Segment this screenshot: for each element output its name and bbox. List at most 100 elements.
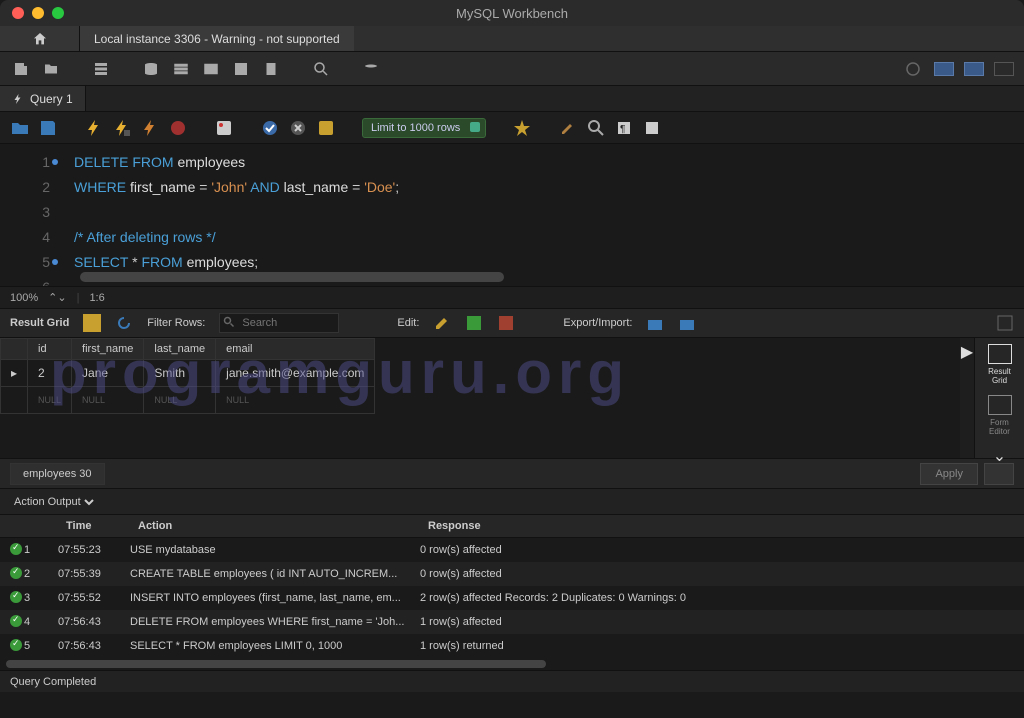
zoom-stepper-icon[interactable]: ⌃⌄ bbox=[48, 291, 66, 304]
execute-icon[interactable] bbox=[84, 118, 104, 138]
side-tab-result-grid[interactable]: Result Grid bbox=[980, 344, 1020, 385]
query-tab[interactable]: Query 1 bbox=[0, 86, 86, 111]
result-side-tabs: Result Grid Form Editor ⌄ bbox=[974, 338, 1024, 458]
open-file-icon[interactable] bbox=[10, 118, 30, 138]
form-icon bbox=[988, 395, 1012, 415]
wrap-cell-icon[interactable] bbox=[996, 314, 1014, 332]
stop-icon[interactable] bbox=[168, 118, 188, 138]
output-row[interactable]: 207:55:39CREATE TABLE employees ( id INT… bbox=[0, 562, 1024, 586]
result-toolbar: Result Grid Filter Rows: Edit: Export/Im… bbox=[0, 308, 1024, 338]
connection-tab[interactable]: Local instance 3306 - Warning - not supp… bbox=[80, 26, 354, 51]
status-ok-icon bbox=[10, 615, 22, 627]
sql-editor[interactable]: 123456 DELETE FROM employeesWHERE first_… bbox=[0, 144, 1024, 286]
output-horizontal-scrollbar[interactable] bbox=[0, 658, 1024, 670]
limit-rows-select[interactable]: Limit to 1000 rows bbox=[362, 118, 486, 138]
col-id[interactable]: id bbox=[28, 339, 72, 360]
result-grid-label: Result Grid bbox=[10, 317, 69, 329]
col-last_name[interactable]: last_name bbox=[144, 339, 216, 360]
side-tab-form-editor[interactable]: Form Editor bbox=[980, 395, 1020, 436]
reconnect-icon[interactable] bbox=[360, 58, 382, 80]
settings-icon[interactable] bbox=[902, 58, 924, 80]
lightning-icon bbox=[12, 92, 24, 106]
explain-icon[interactable] bbox=[140, 118, 160, 138]
titlebar: MySQL Workbench bbox=[0, 0, 1024, 26]
execute-current-icon[interactable] bbox=[112, 118, 132, 138]
commit-icon[interactable] bbox=[260, 118, 280, 138]
status-ok-icon bbox=[10, 543, 22, 555]
create-schema-icon[interactable] bbox=[140, 58, 162, 80]
main-toolbar bbox=[0, 52, 1024, 86]
result-grid[interactable]: programguru.org idfirst_namelast_nameema… bbox=[0, 338, 960, 458]
editor-gutter: 123456 bbox=[0, 144, 60, 286]
rollback-icon[interactable] bbox=[288, 118, 308, 138]
import-icon[interactable] bbox=[678, 314, 696, 332]
edit-label: Edit: bbox=[397, 317, 419, 329]
result-footer: employees 30 Apply bbox=[0, 458, 1024, 488]
create-view-icon[interactable] bbox=[200, 58, 222, 80]
close-window-icon[interactable] bbox=[12, 7, 24, 19]
create-table-icon[interactable] bbox=[170, 58, 192, 80]
window-title: MySQL Workbench bbox=[456, 6, 568, 21]
editor-code[interactable]: DELETE FROM employeesWHERE first_name = … bbox=[60, 144, 1024, 286]
find-icon[interactable] bbox=[586, 118, 606, 138]
search-table-data-icon[interactable] bbox=[310, 58, 332, 80]
output-row[interactable]: 407:56:43DELETE FROM employees WHERE fir… bbox=[0, 610, 1024, 634]
filter-rows-input[interactable] bbox=[219, 313, 339, 333]
home-tab[interactable] bbox=[0, 26, 80, 51]
create-procedure-icon[interactable] bbox=[230, 58, 252, 80]
new-sql-tab-icon[interactable] bbox=[10, 58, 32, 80]
query-toolbar: Limit to 1000 rows ¶ bbox=[0, 112, 1024, 144]
side-expand-icon[interactable]: ▶ bbox=[961, 342, 973, 362]
apply-button[interactable]: Apply bbox=[920, 463, 978, 485]
invisible-chars-icon[interactable]: ¶ bbox=[614, 118, 634, 138]
result-area: programguru.org idfirst_namelast_nameema… bbox=[0, 338, 1024, 458]
export-icon[interactable] bbox=[646, 314, 664, 332]
add-row-icon[interactable] bbox=[465, 314, 483, 332]
connection-tabbar: Local instance 3306 - Warning - not supp… bbox=[0, 26, 1024, 52]
output-type-select[interactable]: Action Output bbox=[10, 495, 97, 509]
maximize-window-icon[interactable] bbox=[52, 7, 64, 19]
output-row[interactable]: 107:55:23USE mydatabase0 row(s) affected bbox=[0, 538, 1024, 562]
create-function-icon[interactable] bbox=[260, 58, 282, 80]
export-import-label: Export/Import: bbox=[563, 317, 632, 329]
col-email[interactable]: email bbox=[216, 339, 375, 360]
toggle-panel-bottom[interactable] bbox=[964, 62, 984, 76]
search-icon bbox=[223, 316, 235, 328]
beautify-icon[interactable] bbox=[558, 118, 578, 138]
editor-statusline: 100% ⌃⌄ | 1:6 bbox=[0, 286, 1024, 308]
toggle-whitespace-icon[interactable] bbox=[316, 118, 336, 138]
refresh-icon[interactable] bbox=[115, 314, 133, 332]
grid-icon bbox=[988, 344, 1012, 364]
output-columns-header: Time Action Response bbox=[0, 514, 1024, 538]
output-row[interactable]: 307:55:52INSERT INTO employees (first_na… bbox=[0, 586, 1024, 610]
table-row[interactable]: ▸2JaneSmithjane.smith@example.com bbox=[1, 360, 375, 387]
save-file-icon[interactable] bbox=[38, 118, 58, 138]
wrap-icon[interactable] bbox=[642, 118, 662, 138]
result-grid-view-icon[interactable] bbox=[83, 314, 101, 332]
window-controls bbox=[0, 7, 64, 19]
open-sql-file-icon[interactable] bbox=[40, 58, 62, 80]
result-tab[interactable]: employees 30 bbox=[10, 463, 105, 485]
toggle-sidebar-right[interactable] bbox=[994, 62, 1014, 76]
col-first_name[interactable]: first_name bbox=[72, 339, 144, 360]
cursor-position: 1:6 bbox=[89, 292, 104, 304]
col-time: Time bbox=[58, 520, 130, 532]
zoom-level[interactable]: 100% bbox=[10, 292, 38, 304]
edit-row-icon[interactable] bbox=[433, 314, 451, 332]
output-row[interactable]: 507:56:43SELECT * FROM employees LIMIT 0… bbox=[0, 634, 1024, 658]
favorite-icon[interactable] bbox=[512, 118, 532, 138]
revert-button[interactable] bbox=[984, 463, 1014, 485]
svg-text:¶: ¶ bbox=[620, 124, 625, 135]
col-response: Response bbox=[420, 520, 1024, 532]
inspector-icon[interactable] bbox=[90, 58, 112, 80]
status-ok-icon bbox=[10, 567, 22, 579]
status-ok-icon bbox=[10, 591, 22, 603]
toggle-sidebar-left[interactable] bbox=[934, 62, 954, 76]
toggle-autocommit-icon[interactable] bbox=[214, 118, 234, 138]
minimize-window-icon[interactable] bbox=[32, 7, 44, 19]
delete-row-icon[interactable] bbox=[497, 314, 515, 332]
status-ok-icon bbox=[10, 639, 22, 651]
query-tab-label: Query 1 bbox=[30, 92, 73, 106]
editor-horizontal-scrollbar[interactable] bbox=[80, 272, 504, 282]
col-action: Action bbox=[130, 520, 420, 532]
